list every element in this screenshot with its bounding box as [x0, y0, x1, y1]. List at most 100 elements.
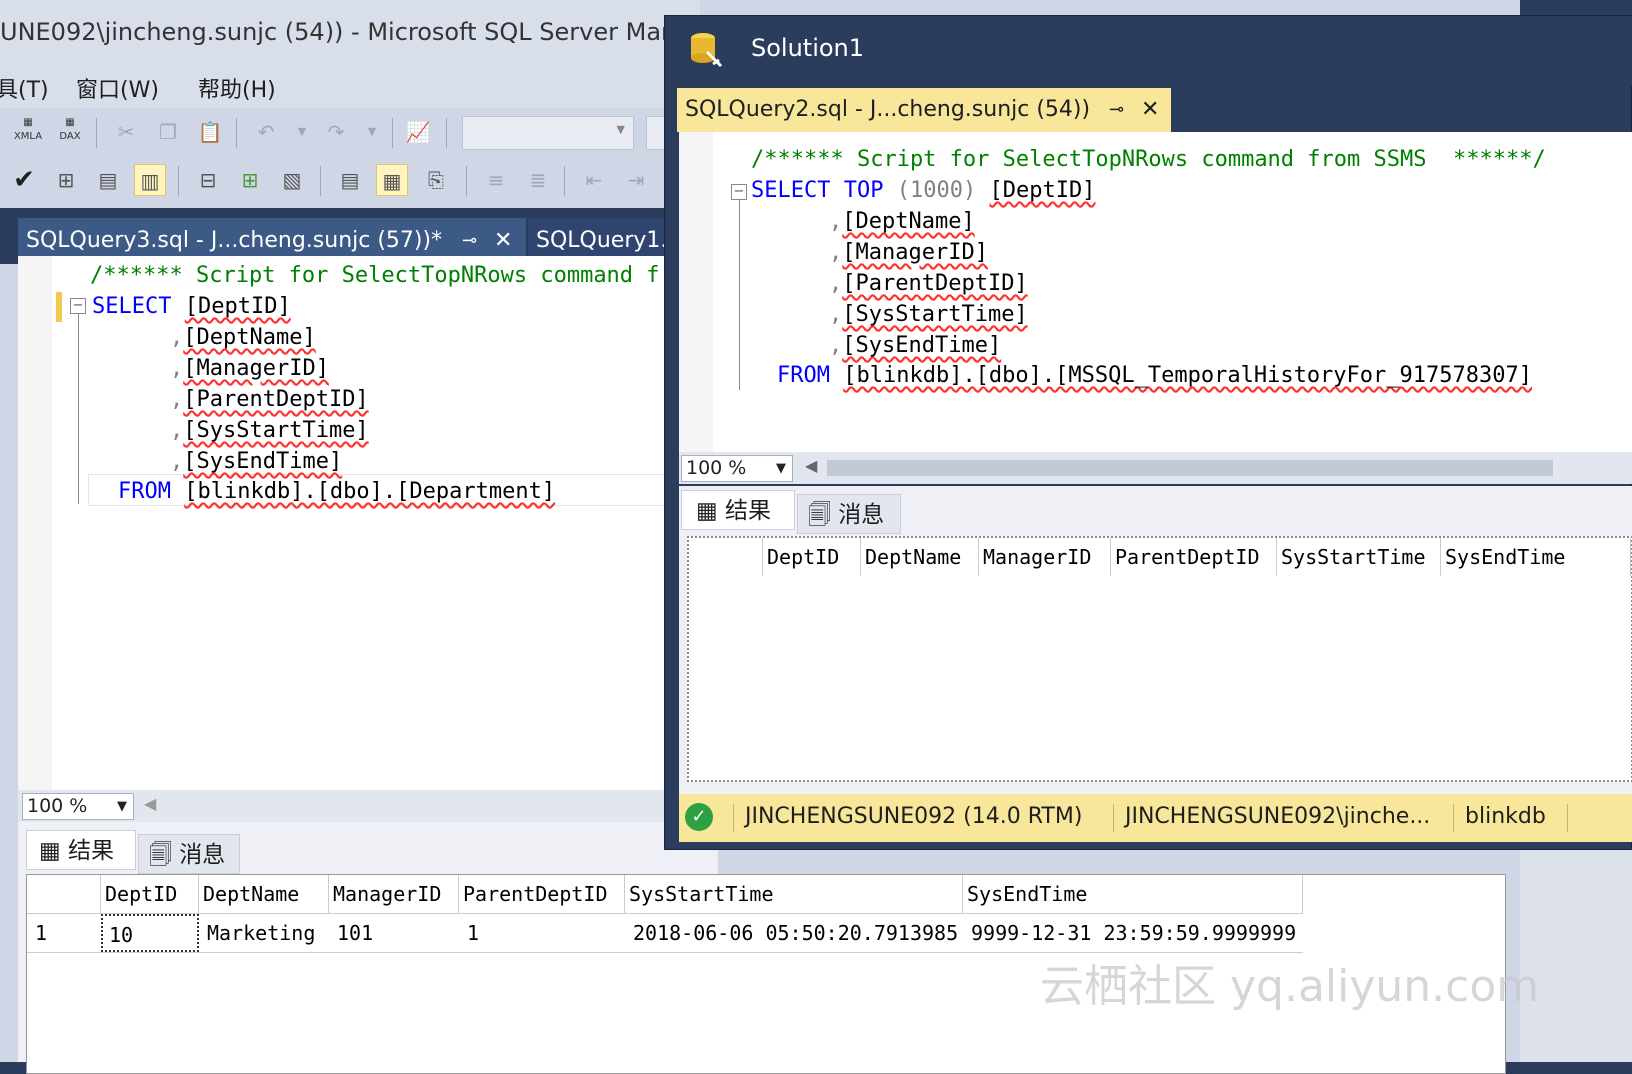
collapse-toggle-icon[interactable]: −: [70, 298, 86, 314]
xmla-query-icon[interactable]: ▦ XMLA: [12, 116, 44, 148]
cell-sysendtime[interactable]: 9999-12-31 23:59:59.9999999: [965, 914, 1296, 952]
cell-deptname[interactable]: Marketing: [201, 914, 315, 952]
watermark-text: 云栖社区 yq.aliyun.com: [1040, 961, 1540, 1012]
zoom-combo[interactable]: 100 % ▼: [681, 455, 793, 482]
tab-messages[interactable]: 🗐 消息: [797, 494, 901, 534]
code-line-col6: ,[SysEndTime]: [829, 333, 1002, 358]
database-selector[interactable]: ▼: [462, 116, 634, 150]
outline-line: [78, 314, 79, 504]
status-server: JINCHENGSUNE092 (14.0 RTM): [745, 804, 1083, 829]
column-header[interactable]: ManagerID: [329, 875, 459, 913]
code-line-col2: ,[DeptName]: [170, 325, 316, 350]
redo-icon[interactable]: ↷: [320, 116, 352, 148]
cut-icon[interactable]: ✂: [110, 116, 142, 148]
cell-deptid[interactable]: 10: [101, 914, 199, 952]
column-header[interactable]: SysEndTime: [963, 875, 1303, 913]
solution1-titlebar[interactable]: Solution1: [665, 16, 1632, 86]
chevron-down-icon: ▼: [616, 123, 625, 136]
tab-sqlquery2[interactable]: SQLQuery2.sql - J...cheng.sunjc (54)) ⊸ …: [677, 88, 1171, 132]
row-header-corner: [689, 538, 763, 576]
column-header[interactable]: SysEndTime: [1441, 538, 1631, 576]
activity-monitor-icon[interactable]: 📈: [402, 116, 434, 148]
dax-query-icon[interactable]: ▦ DAX: [54, 116, 86, 148]
menu-help[interactable]: 帮助(H): [198, 72, 276, 104]
sql-editor-left[interactable]: − /****** Script for SelectTopNRows comm…: [18, 256, 718, 790]
row-number: 1: [35, 921, 48, 945]
editor-margin: [18, 256, 52, 790]
code-line-col4: ,[ParentDeptID]: [170, 387, 369, 412]
live-stats-icon[interactable]: ⊞: [234, 164, 266, 196]
redo-dropdown-icon[interactable]: ▼: [356, 116, 388, 148]
code-line-comment: /****** Script for SelectTopNRows comman…: [90, 263, 660, 288]
menu-tools[interactable]: 具(T): [0, 72, 49, 104]
column-header[interactable]: ParentDeptID: [1111, 538, 1277, 576]
column-header[interactable]: DeptID: [763, 538, 861, 576]
intellisense-icon[interactable]: ▥: [134, 164, 166, 196]
results-grid[interactable]: DeptID DeptName ManagerID ParentDeptID S…: [687, 536, 1632, 782]
collapse-toggle-icon[interactable]: −: [731, 184, 747, 200]
editor-margin: [679, 132, 713, 454]
cell-parentdeptid[interactable]: 1: [461, 914, 479, 952]
results-to-file-icon[interactable]: ⎘: [420, 164, 452, 196]
outline-line: [739, 200, 740, 390]
query-options-icon[interactable]: ▤: [92, 164, 124, 196]
increase-indent-icon[interactable]: ⇥: [620, 164, 652, 196]
menu-bar: 具(T) 窗口(W) 帮助(H): [0, 64, 700, 108]
parse-check-icon[interactable]: ✔: [8, 164, 40, 196]
scroll-left-icon[interactable]: ◀: [144, 794, 156, 813]
chevron-down-icon: ▼: [117, 799, 127, 814]
scroll-left-icon[interactable]: ◀: [805, 456, 817, 475]
results-pane-solution: ▦ 结果 🗐 消息 DeptID DeptName ManagerID Pare…: [679, 486, 1632, 796]
column-header[interactable]: DeptName: [199, 875, 329, 913]
tab-results[interactable]: ▦ 结果: [26, 830, 136, 870]
status-bar: ✓ JINCHENGSUNE092 (14.0 RTM) JINCHENGSUN…: [679, 794, 1632, 842]
messages-icon: 🗐: [149, 842, 172, 868]
column-header[interactable]: SysStartTime: [625, 875, 963, 913]
copy-icon[interactable]: ❐: [152, 116, 184, 148]
code-line-from: FROM [blinkdb].[dbo].[Department]: [118, 479, 556, 504]
tab-messages[interactable]: 🗐 消息: [138, 834, 240, 874]
decrease-indent-icon[interactable]: ⇤: [578, 164, 610, 196]
column-header[interactable]: ManagerID: [979, 538, 1111, 576]
paste-icon[interactable]: 📋: [194, 116, 226, 148]
code-line-select: SELECT [DeptID]: [92, 294, 291, 319]
status-database: blinkdb: [1465, 804, 1546, 829]
chevron-down-icon: ▼: [776, 461, 786, 476]
include-actual-plan-icon[interactable]: ⊟: [192, 164, 224, 196]
status-user: JINCHENGSUNE092\jinche...: [1125, 804, 1431, 829]
cell-sysstarttime[interactable]: 2018-06-06 05:50:20.7913985: [627, 914, 958, 952]
sql-editor-solution[interactable]: − /****** Script for SelectTopNRows comm…: [679, 132, 1632, 454]
uncomment-icon[interactable]: ≣: [522, 164, 554, 196]
client-stats-icon[interactable]: ▧: [276, 164, 308, 196]
column-header[interactable]: ParentDeptID: [459, 875, 625, 913]
column-header[interactable]: DeptName: [861, 538, 979, 576]
pin-icon[interactable]: ⊸: [1109, 88, 1124, 132]
menu-window[interactable]: 窗口(W): [76, 72, 159, 104]
comment-icon[interactable]: ≡: [480, 164, 512, 196]
cell-managerid[interactable]: 101: [331, 914, 373, 952]
change-marker: [56, 292, 62, 322]
messages-icon: 🗐: [808, 502, 831, 528]
column-header[interactable]: DeptID: [101, 875, 199, 913]
table-row[interactable]: 1 10 Marketing 101 1 2018-06-06 05:50:20…: [27, 913, 1303, 953]
tab-results[interactable]: ▦ 结果: [681, 490, 795, 530]
close-icon[interactable]: ✕: [1141, 88, 1159, 132]
results-to-grid-icon[interactable]: ▦: [376, 164, 408, 196]
code-line-col5: ,[SysStartTime]: [829, 302, 1028, 327]
undo-icon[interactable]: ↶: [250, 116, 282, 148]
display-plan-icon[interactable]: ⊞: [50, 164, 82, 196]
zoom-combo[interactable]: 100 % ▼: [22, 793, 134, 820]
results-to-text-icon[interactable]: ▤: [334, 164, 366, 196]
solution1-window: Solution1 SQLQuery2.sql - J...cheng.sunj…: [664, 15, 1632, 850]
column-header[interactable]: SysStartTime: [1277, 538, 1441, 576]
grid-icon: ▦: [696, 498, 718, 524]
undo-dropdown-icon[interactable]: ▼: [286, 116, 318, 148]
zoom-bar-solution: 100 % ▼ ◀: [679, 452, 1632, 484]
code-line-col3: ,[ManagerID]: [170, 356, 329, 381]
toolbar-sql-editor: ✔ ⊞ ▤ ▥ ⊟ ⊞ ▧ ▤ ▦ ⎘ ≡ ≣ ⇤ ⇥: [0, 156, 700, 204]
grid-icon: ▦: [39, 838, 61, 864]
connected-check-icon: ✓: [685, 803, 713, 831]
horizontal-scrollbar[interactable]: [827, 460, 1553, 476]
solution-title: Solution1: [751, 34, 865, 62]
code-line-col5: ,[SysStartTime]: [170, 418, 369, 443]
